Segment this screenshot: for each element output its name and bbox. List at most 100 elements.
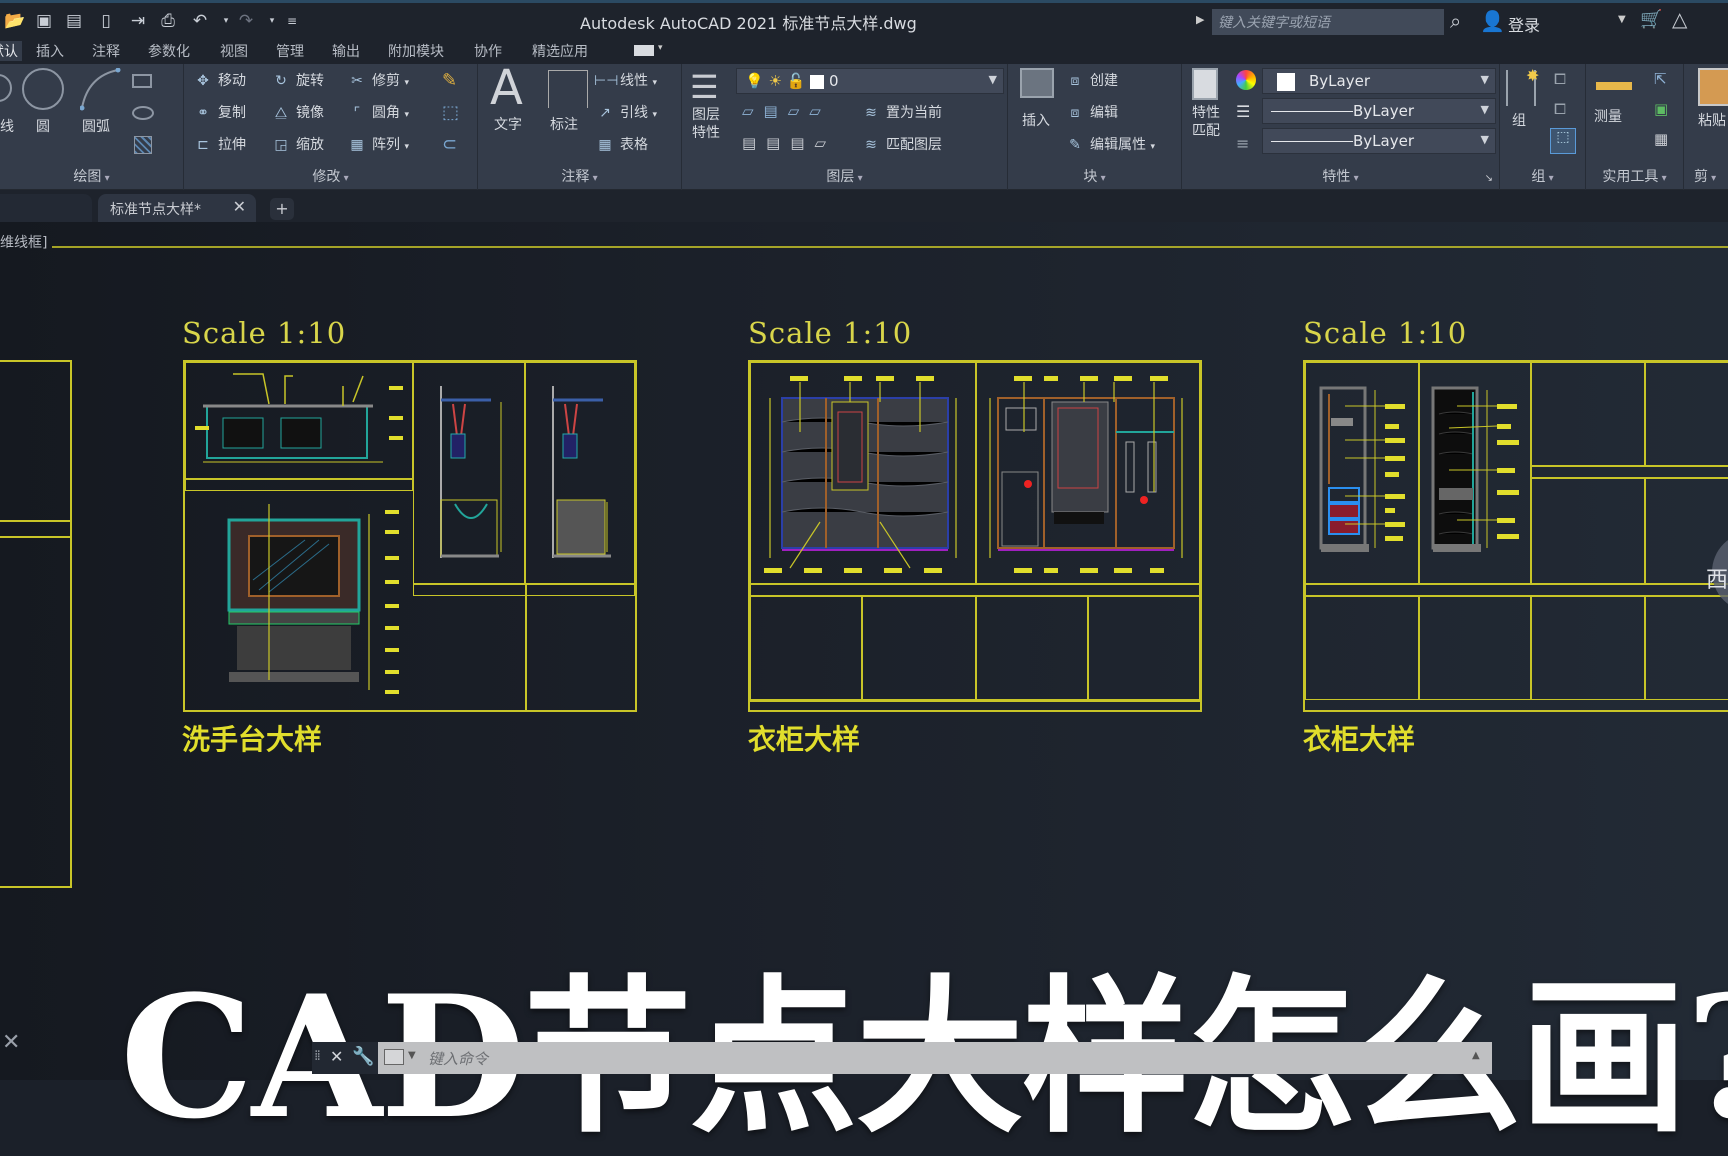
panel-title-layers[interactable]: 图层 <box>682 166 1007 186</box>
layer-dropdown[interactable]: 💡 ☀ 🔓 0 ▼ <box>736 68 1004 94</box>
open-icon[interactable]: 📂 <box>4 11 25 31</box>
undo-dropdown-icon[interactable]: ▾ <box>216 11 236 31</box>
circle-icon[interactable] <box>22 68 64 110</box>
close-tab-icon[interactable]: ✕ <box>233 197 246 216</box>
dialog-launcher-icon[interactable]: ↘ <box>1485 173 1493 184</box>
leader-tool[interactable]: ↗ 引线 ▾ <box>594 102 657 122</box>
offset-icon[interactable]: ⊂ <box>442 134 457 155</box>
command-prompt-icon[interactable] <box>384 1049 404 1065</box>
redo-dropdown-icon[interactable]: ▾ <box>262 11 282 31</box>
tab-insert[interactable]: 插入 <box>36 41 64 61</box>
scale-tool[interactable]: ◲ 缩放 <box>270 134 324 154</box>
tab-manage[interactable]: 管理 <box>276 41 304 61</box>
arc-icon[interactable] <box>80 68 122 112</box>
match-layer-tool[interactable]: ≋ 匹配图层 <box>860 134 942 154</box>
insert-block-icon[interactable] <box>1020 68 1054 98</box>
text-icon[interactable]: A <box>490 60 523 116</box>
new-tab-button[interactable]: + <box>270 198 294 220</box>
user-icon[interactable]: 👤 <box>1480 9 1505 33</box>
search-icon[interactable]: ⌕ <box>1450 9 1461 33</box>
panel-toggle-icon[interactable] <box>634 45 654 56</box>
ellipse-icon[interactable] <box>132 106 154 120</box>
panel-title-annotation[interactable]: 注释 <box>478 166 681 186</box>
measure-ruler-icon[interactable] <box>1596 82 1632 90</box>
array-tool[interactable]: ▦ 阵列 ▾ <box>346 134 409 154</box>
panel-toggle-dropdown-icon[interactable]: ▾ <box>658 43 663 53</box>
panel-title-clipboard[interactable]: 剪 <box>1694 166 1728 186</box>
command-history-toggle-icon[interactable]: ▲ <box>1472 1050 1480 1061</box>
dimension-icon[interactable] <box>548 70 588 108</box>
tab-annotate[interactable]: 注释 <box>92 41 120 61</box>
move-tool[interactable]: ✥ 移动 <box>192 70 246 90</box>
expand-arrow-icon[interactable]: ▶ <box>1196 13 1204 26</box>
layer-properties-icon[interactable]: ☰ <box>690 68 719 106</box>
table-tool[interactable]: ▦ 表格 <box>594 134 648 154</box>
group-tool[interactable]: 组 <box>1512 112 1526 130</box>
edit-attributes-tool[interactable]: ✎ 编辑属性 ▾ <box>1064 134 1155 154</box>
search-input[interactable]: 键入关键字或短语 <box>1212 9 1444 35</box>
hatch-icon[interactable] <box>134 136 152 154</box>
login-link[interactable]: 登录 <box>1508 12 1540 36</box>
customize-icon[interactable]: ≡ <box>282 11 302 31</box>
start-tab[interactable] <box>0 194 92 222</box>
calculator-icon[interactable]: ▦ <box>1654 130 1668 148</box>
save-icon[interactable]: ▣ <box>34 11 54 31</box>
command-input[interactable]: 键入命令 <box>378 1042 1492 1074</box>
lineweight-dropdown[interactable]: ByLayer ▼ <box>1262 98 1496 124</box>
paste-tool[interactable]: 粘贴 <box>1698 112 1726 130</box>
open-sheet-icon[interactable]: ▯ <box>96 11 116 31</box>
print-icon[interactable]: ⎙ <box>158 11 178 31</box>
layer-properties-tool[interactable]: 图层 特性 <box>692 106 720 142</box>
insert-tool[interactable]: 插入 <box>1022 112 1050 130</box>
select-all-icon[interactable]: ▣ <box>1654 100 1668 118</box>
viewcube-direction-label[interactable]: 西 <box>1706 562 1728 594</box>
save-as-icon[interactable]: ▤ <box>64 11 84 31</box>
close-command-history-icon[interactable]: ✕ <box>2 1030 20 1055</box>
tab-output[interactable]: 输出 <box>332 41 360 61</box>
text-tool[interactable]: 文字 <box>494 116 522 134</box>
trim-tool[interactable]: ✂ 修剪 ▾ <box>346 70 409 90</box>
undo-icon[interactable]: ↶ <box>190 11 210 31</box>
cart-icon[interactable]: 🛒 <box>1640 9 1662 30</box>
layer-tools-row1-icons[interactable]: ▱▤▱▱ <box>742 102 831 120</box>
tab-view[interactable]: 视图 <box>220 41 248 61</box>
group-select-icon[interactable]: ⬚ <box>1550 128 1576 154</box>
arc-tool[interactable]: 圆弧 <box>82 116 110 136</box>
layer-tools-row2-icons[interactable]: ▤▤▤▱ <box>742 134 836 152</box>
wrench-icon[interactable]: 🔧 <box>352 1046 374 1067</box>
fillet-tool[interactable]: ⌜ 圆角 ▾ <box>346 102 409 122</box>
rotate-tool[interactable]: ↻ 旋转 <box>270 70 324 90</box>
linear-tool[interactable]: ⊢⊣ 线性 ▾ <box>594 70 657 90</box>
stretch-tool[interactable]: ⊏ 拉伸 <box>192 134 246 154</box>
circle-tool[interactable]: 圆 <box>36 116 50 136</box>
color-dropdown[interactable]: ByLayer ▼ <box>1262 68 1496 94</box>
redo-icon[interactable]: ↷ <box>236 11 256 31</box>
drag-handle-icon[interactable]: ⁞⁞ <box>314 1048 321 1064</box>
quick-select-icon[interactable]: ⇱ <box>1654 70 1667 88</box>
measure-tool[interactable]: 测量 <box>1594 108 1622 126</box>
tab-featured-apps[interactable]: 精选应用 <box>532 41 588 61</box>
drawing-canvas[interactable]: 维线框] Scale 1:10 洗手台大样 Scale 1:10 衣柜大样 Sc… <box>0 222 1728 1152</box>
viewport-style-label[interactable]: 维线框] <box>0 232 47 252</box>
recent-commands-dropdown-icon[interactable]: ▼ <box>408 1050 416 1061</box>
group-edit-icon[interactable]: ⧠ <box>1554 100 1566 118</box>
ungroup-icon[interactable]: ⧠ <box>1554 70 1566 88</box>
edit-block-tool[interactable]: ⧈ 编辑 <box>1064 102 1118 122</box>
paste-icon[interactable] <box>1698 68 1728 106</box>
panel-title-block[interactable]: 块 <box>1008 166 1181 186</box>
erase-icon[interactable]: ✎ <box>442 70 457 91</box>
polyline-icon[interactable] <box>0 74 12 102</box>
match-properties-icon[interactable] <box>1192 68 1218 100</box>
tab-collaborate[interactable]: 协作 <box>474 41 502 61</box>
panel-title-groups[interactable]: 组 <box>1500 166 1585 186</box>
panel-title-draw[interactable]: 绘图 <box>0 166 183 186</box>
panel-title-properties[interactable]: 特性 <box>1182 166 1499 186</box>
copy-tool[interactable]: ⚭ 复制 <box>192 102 246 122</box>
tab-default[interactable]: 默认 <box>0 41 22 61</box>
close-icon[interactable]: ✕ <box>330 1047 343 1066</box>
match-properties-tool[interactable]: 特性 匹配 <box>1192 104 1220 140</box>
autodesk-a360-icon[interactable]: △ <box>1672 7 1687 31</box>
dimension-tool[interactable]: 标注 <box>550 116 578 134</box>
make-current-tool[interactable]: ≋ 置为当前 <box>860 102 942 122</box>
tab-parametric[interactable]: 参数化 <box>148 41 190 61</box>
